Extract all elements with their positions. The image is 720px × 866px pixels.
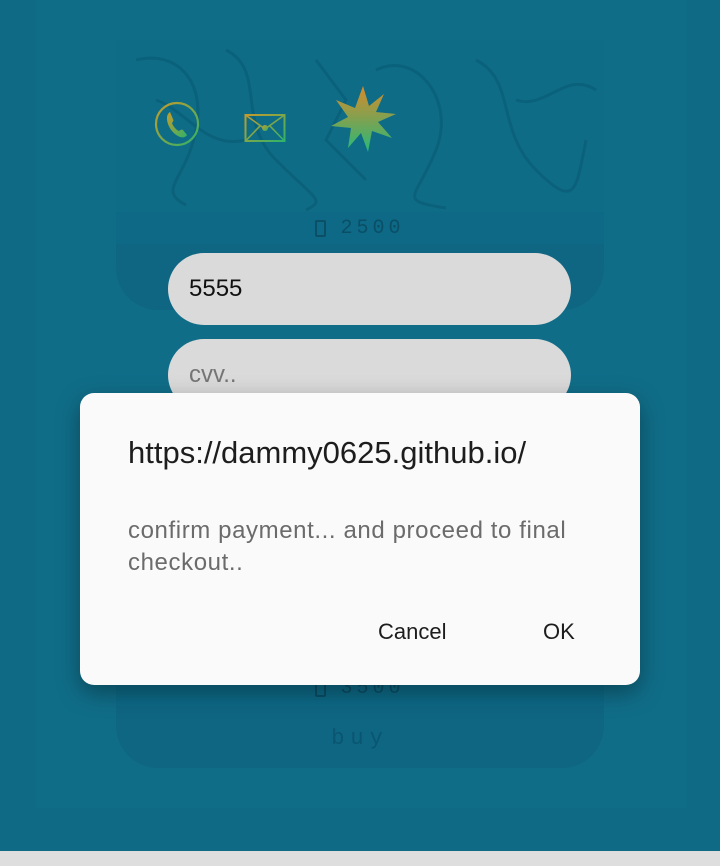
currency-icon	[315, 219, 327, 237]
price-label: 2500	[340, 216, 405, 240]
ok-button[interactable]: OK	[543, 619, 575, 645]
cvv-placeholder: cvv..	[189, 361, 237, 388]
system-nav-bar	[0, 851, 720, 866]
buy-button[interactable]: buy	[116, 726, 604, 751]
card-number-field[interactable]: 5555	[168, 253, 571, 325]
phone-icon[interactable]	[153, 100, 201, 148]
starburst-icon[interactable]	[328, 84, 398, 154]
product-image	[116, 40, 604, 212]
card-number-value: 5555	[189, 275, 243, 302]
envelope-icon[interactable]	[244, 113, 286, 143]
dialog-message: confirm payment... and proceed to final …	[128, 517, 567, 576]
confirm-dialog: https://dammy0625.github.io/ confirm pay…	[80, 393, 640, 685]
dialog-title: https://dammy0625.github.io/	[128, 435, 527, 470]
price-strip: 2500	[116, 212, 604, 244]
cancel-button[interactable]: Cancel	[378, 619, 446, 645]
